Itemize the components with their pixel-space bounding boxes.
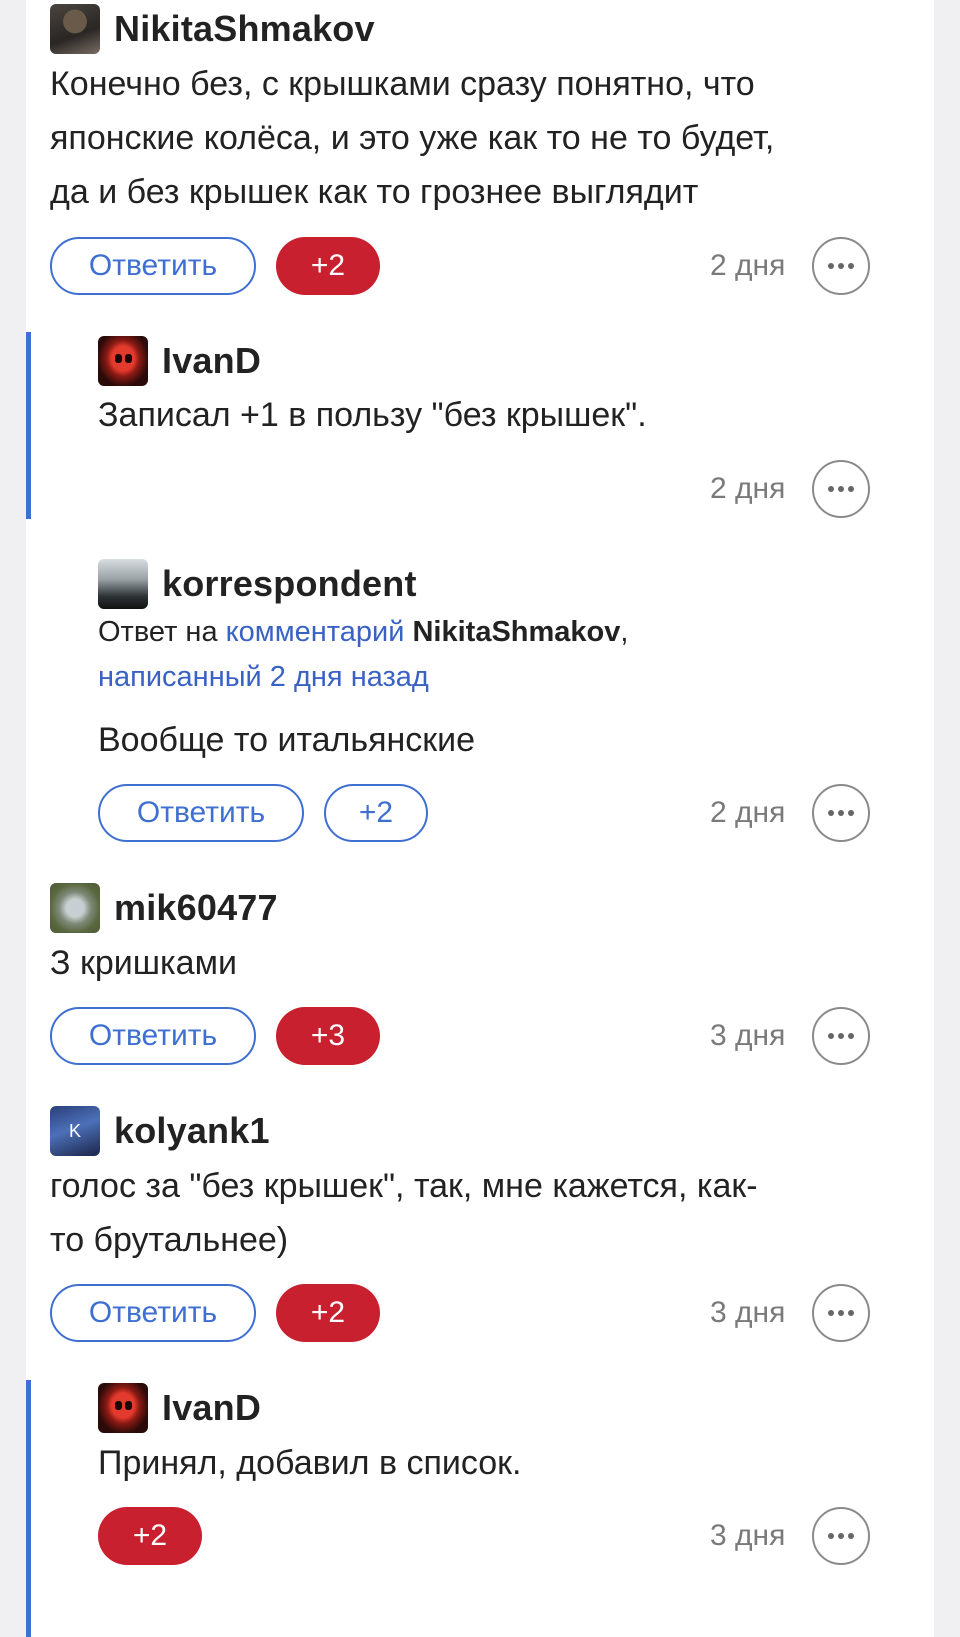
more-dots-icon (828, 1310, 854, 1316)
comment-author[interactable]: IvanD (98, 335, 261, 387)
comment-author[interactable]: mik60477 (50, 882, 278, 934)
more-dots-icon (828, 810, 854, 816)
comments-panel: NikitaShmakov Конечно без, с крышками ср… (26, 0, 934, 1637)
reply-button[interactable]: Ответить (50, 237, 256, 295)
author-name[interactable]: NikitaShmakov (114, 8, 375, 50)
reply-written-link[interactable]: написанный 2 дня назад (98, 655, 628, 700)
more-options-button[interactable] (812, 1507, 870, 1565)
reply-context: Ответ на комментарий NikitaShmakov, напи… (98, 610, 628, 700)
timestamp: 2 дня (710, 472, 786, 505)
more-options-button[interactable] (812, 1284, 870, 1342)
comment-text: Конечно без, с крышками сразу понятно, ч… (50, 57, 774, 219)
avatar[interactable] (50, 883, 100, 933)
reply-prefix: Ответ на (98, 616, 226, 648)
timestamp: 2 дня (710, 796, 786, 829)
comment-text-line: Принял, добавил в список. (98, 1444, 522, 1482)
author-name[interactable]: korrespondent (162, 563, 417, 605)
timestamp: 3 дня (710, 1019, 786, 1052)
comment-author[interactable]: NikitaShmakov (50, 3, 375, 55)
comment-text: З кришками (50, 936, 237, 990)
comment-text: Вообще то итальянские (98, 713, 475, 767)
more-options-button[interactable] (812, 1007, 870, 1065)
author-name[interactable]: mik60477 (114, 887, 278, 929)
thread-indicator (26, 1380, 31, 1637)
reply-comma: , (620, 616, 629, 648)
comment-text: Записал +1 в пользу "без крышек". (98, 388, 647, 442)
timestamp: 3 дня (710, 1519, 786, 1552)
reply-button[interactable]: Ответить (50, 1007, 256, 1065)
comment-author[interactable]: K kolyank1 (50, 1105, 270, 1157)
reply-button[interactable]: Ответить (50, 1284, 256, 1342)
avatar[interactable] (98, 336, 148, 386)
thread-indicator (26, 332, 31, 519)
more-dots-icon (828, 1533, 854, 1539)
reply-target-author[interactable]: NikitaShmakov (412, 616, 620, 648)
comment-text-line: голос за "без крышек", так, мне кажется,… (50, 1167, 758, 1205)
comment-text-line: японские колёса, и это уже как то не то … (50, 119, 775, 157)
comment-text: голос за "без крышек", так, мне кажется,… (50, 1159, 758, 1267)
avatar[interactable]: K (50, 1106, 100, 1156)
comment-text-line: Конечно без, с крышками сразу понятно, ч… (50, 65, 755, 103)
vote-button[interactable]: +2 (276, 1284, 380, 1342)
more-dots-icon (828, 263, 854, 269)
avatar[interactable] (98, 1383, 148, 1433)
avatar[interactable] (98, 559, 148, 609)
timestamp: 2 дня (710, 249, 786, 282)
vote-button[interactable]: +2 (98, 1507, 202, 1565)
reply-comment-link[interactable]: комментарий (226, 616, 405, 648)
comment-text-line: Вообще то итальянские (98, 721, 476, 759)
vote-button[interactable]: +3 (276, 1007, 380, 1065)
author-name[interactable]: kolyank1 (114, 1110, 270, 1152)
vote-button[interactable]: +2 (324, 784, 428, 842)
more-dots-icon (828, 1033, 854, 1039)
comment-text-line: З кришками (50, 944, 237, 982)
comment-text: Принял, добавил в список. (98, 1436, 521, 1490)
comment-text-line: да и без крышек как то грознее выглядит (50, 173, 699, 211)
avatar[interactable] (50, 4, 100, 54)
more-options-button[interactable] (812, 784, 870, 842)
more-dots-icon (828, 486, 854, 492)
vote-button[interactable]: +2 (276, 237, 380, 295)
avatar-letter: K (68, 1120, 81, 1141)
more-options-button[interactable] (812, 460, 870, 518)
comment-author[interactable]: IvanD (98, 1382, 261, 1434)
comment-text-line: Записал +1 в пользу "без крышек". (98, 396, 647, 434)
author-name[interactable]: IvanD (162, 1387, 261, 1429)
comment-text-line: то брутальнее) (50, 1221, 289, 1259)
author-name[interactable]: IvanD (162, 340, 261, 382)
reply-button[interactable]: Ответить (98, 784, 304, 842)
comment-author[interactable]: korrespondent (98, 558, 417, 610)
more-options-button[interactable] (812, 237, 870, 295)
timestamp: 3 дня (710, 1296, 786, 1329)
